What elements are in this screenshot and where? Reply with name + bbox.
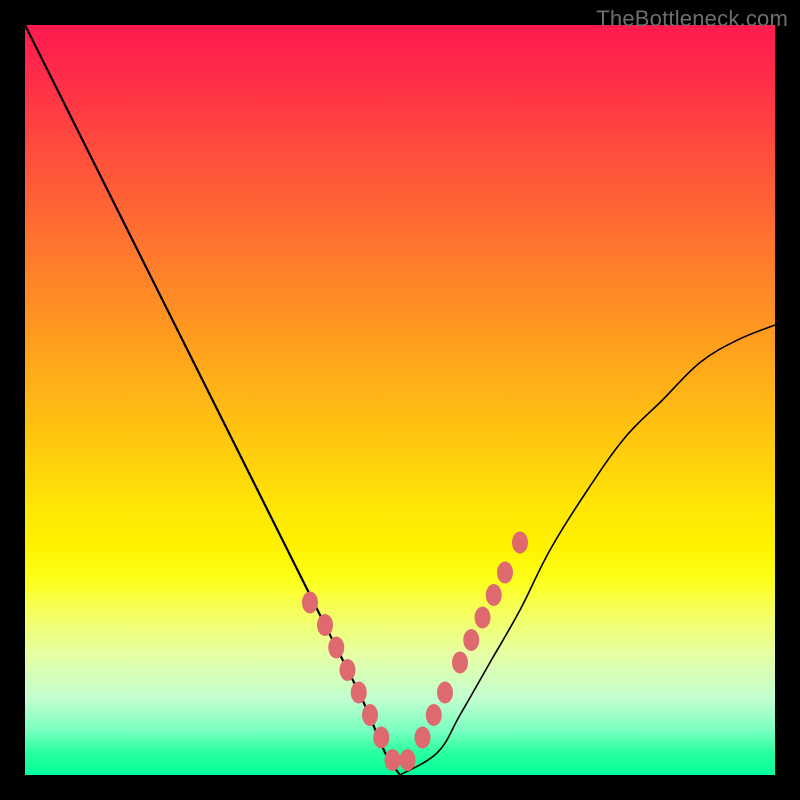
data-marker — [362, 704, 378, 726]
data-marker — [475, 607, 491, 629]
data-marker — [400, 749, 416, 771]
data-marker — [452, 652, 468, 674]
chart-frame: TheBottleneck.com — [0, 0, 800, 800]
data-marker — [373, 727, 389, 749]
data-marker — [385, 749, 401, 771]
bottleneck-curve — [25, 25, 775, 775]
data-marker — [340, 659, 356, 681]
curve-right — [400, 325, 775, 775]
data-marker — [317, 614, 333, 636]
plot-area — [25, 25, 775, 775]
markers-left — [302, 592, 401, 772]
data-marker — [415, 727, 431, 749]
data-marker — [512, 532, 528, 554]
markers-right — [400, 532, 529, 772]
data-marker — [328, 637, 344, 659]
data-marker — [463, 629, 479, 651]
data-marker — [351, 682, 367, 704]
data-marker — [497, 562, 513, 584]
data-marker — [437, 682, 453, 704]
data-marker — [302, 592, 318, 614]
data-marker — [486, 584, 502, 606]
data-marker — [426, 704, 442, 726]
